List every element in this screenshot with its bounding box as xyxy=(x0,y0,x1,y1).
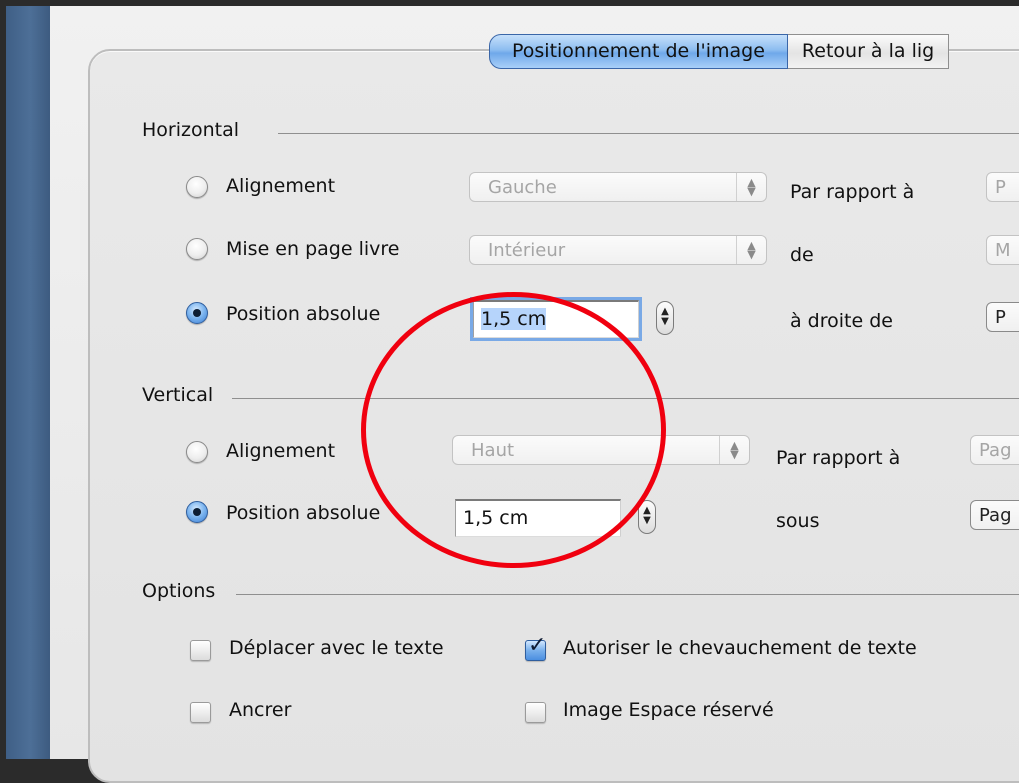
label-placeholder-image: Image Espace réservé xyxy=(563,699,774,721)
h-position-stepper-icon[interactable]: ▲ ▼ xyxy=(656,301,674,335)
updown-arrows-icon: ▲ ▼ xyxy=(736,236,766,264)
label-v-alignment: Alignement xyxy=(226,440,336,462)
label-v-alignment-relation: Par rapport à xyxy=(776,447,901,469)
label-h-book-layout: Mise en page livre xyxy=(226,238,400,260)
popup-h-book-layout-value: Intérieur xyxy=(488,240,566,261)
updown-arrows-icon: ▲ ▼ xyxy=(719,436,749,464)
popup-v-alignment-reference[interactable]: Pag xyxy=(970,435,1019,465)
label-h-absolute: Position absolue xyxy=(226,303,381,325)
horizontal-section-title: Horizontal xyxy=(142,119,240,141)
radio-h-absolute[interactable] xyxy=(186,302,208,324)
popup-v-absolute-reference[interactable]: Pag xyxy=(970,500,1019,530)
checkbox-placeholder-image[interactable] xyxy=(525,702,546,723)
popup-h-book-layout[interactable]: Intérieur ▲ ▼ xyxy=(469,235,767,265)
updown-arrows-icon: ▲ ▼ xyxy=(736,173,766,201)
checkbox-anchor[interactable] xyxy=(190,702,211,723)
checkbox-allow-overlap[interactable]: ✓ xyxy=(525,633,546,661)
popup-h-alignment-reference-value: P xyxy=(995,177,1006,198)
options-section-title: Options xyxy=(142,580,216,602)
label-allow-overlap: Autoriser le chevauchement de texte xyxy=(563,637,917,659)
popup-h-absolute-reference-value: P xyxy=(995,307,1006,328)
popup-h-book-reference-value: M xyxy=(995,240,1011,261)
radio-h-book-layout[interactable] xyxy=(186,238,208,260)
annotation-circle xyxy=(361,292,666,568)
popup-h-absolute-reference[interactable]: P xyxy=(986,302,1019,332)
tab-image-positioning[interactable]: Positionnement de l'image xyxy=(489,34,788,69)
label-anchor: Ancrer xyxy=(229,699,292,721)
popup-h-alignment-reference[interactable]: P xyxy=(986,172,1019,202)
label-h-alignment-relation: Par rapport à xyxy=(790,181,915,203)
options-separator xyxy=(236,594,1019,595)
horizontal-separator xyxy=(278,133,1019,134)
radio-v-absolute[interactable] xyxy=(186,501,208,523)
label-move-with-text: Déplacer avec le texte xyxy=(229,637,444,659)
checkmark-icon: ✓ xyxy=(528,633,547,658)
popup-v-alignment-reference-value: Pag xyxy=(979,440,1012,461)
tab-text-wrap[interactable]: Retour à la lig xyxy=(787,34,950,69)
label-h-book-relation: de xyxy=(790,244,814,266)
radio-v-alignment[interactable] xyxy=(186,441,208,463)
window-sidebar xyxy=(6,6,50,759)
label-h-absolute-relation: à droite de xyxy=(790,310,893,332)
popup-h-alignment-value: Gauche xyxy=(488,177,557,198)
label-h-alignment: Alignement xyxy=(226,175,336,197)
label-v-absolute: Position absolue xyxy=(226,502,381,524)
tab-bar: Positionnement de l'image Retour à la li… xyxy=(489,34,950,69)
label-v-absolute-relation: sous xyxy=(776,510,820,532)
checkbox-move-with-text[interactable] xyxy=(190,640,211,661)
popup-h-book-reference[interactable]: M xyxy=(986,235,1019,265)
popup-h-alignment[interactable]: Gauche ▲ ▼ xyxy=(469,172,767,202)
radio-h-alignment[interactable] xyxy=(186,176,208,198)
vertical-section-title: Vertical xyxy=(142,384,214,406)
popup-v-absolute-reference-value: Pag xyxy=(979,505,1012,526)
